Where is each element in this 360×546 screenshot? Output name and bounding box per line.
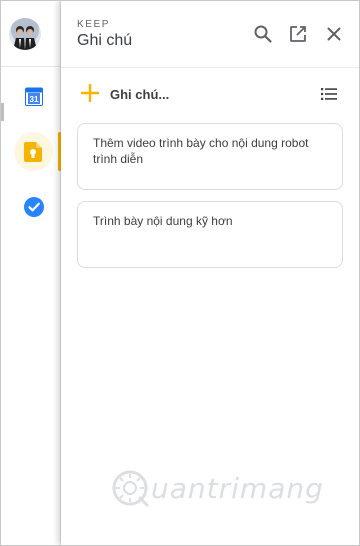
note-text: Trình bày nội dung kỹ hơn [93,214,233,228]
watermark-logo-icon [112,470,149,507]
note-card[interactable]: Thêm video trình bày cho nội dung robot … [77,123,343,190]
panel-header: KEEP Ghi chú [61,1,359,68]
side-panel-window: 31 KEEP Ghi chú Ghi chú... Thêm video tr… [0,0,360,546]
keep-icon[interactable] [24,142,42,162]
rail-divider [1,66,60,67]
watermark: uantrimang [111,463,341,515]
open-in-new-icon[interactable] [288,24,308,44]
search-icon[interactable] [253,24,273,44]
watermark-text: uantrimang [151,472,324,505]
plus-icon [81,84,99,102]
keep-panel: KEEP Ghi chú Ghi chú... Thêm video trình… [61,1,359,545]
calendar-badge: 31 [30,95,39,104]
calendar-icon[interactable]: 31 [25,86,43,106]
take-note-label: Ghi chú... [110,87,170,102]
app-name: KEEP [77,19,111,30]
note-card[interactable]: Trình bày nội dung kỹ hơn [77,201,343,268]
avatar-image [9,18,41,50]
note-text: Thêm video trình bày cho nội dung robot … [93,136,309,166]
page-title: Ghi chú [77,32,133,49]
list-view-icon[interactable] [321,87,337,101]
tasks-icon[interactable] [24,197,44,217]
rail-edge-mark [1,103,4,121]
close-icon[interactable] [324,24,344,44]
app-rail: 31 [1,1,62,545]
avatar[interactable] [9,18,41,50]
take-note-button[interactable]: Ghi chú... [77,81,347,107]
